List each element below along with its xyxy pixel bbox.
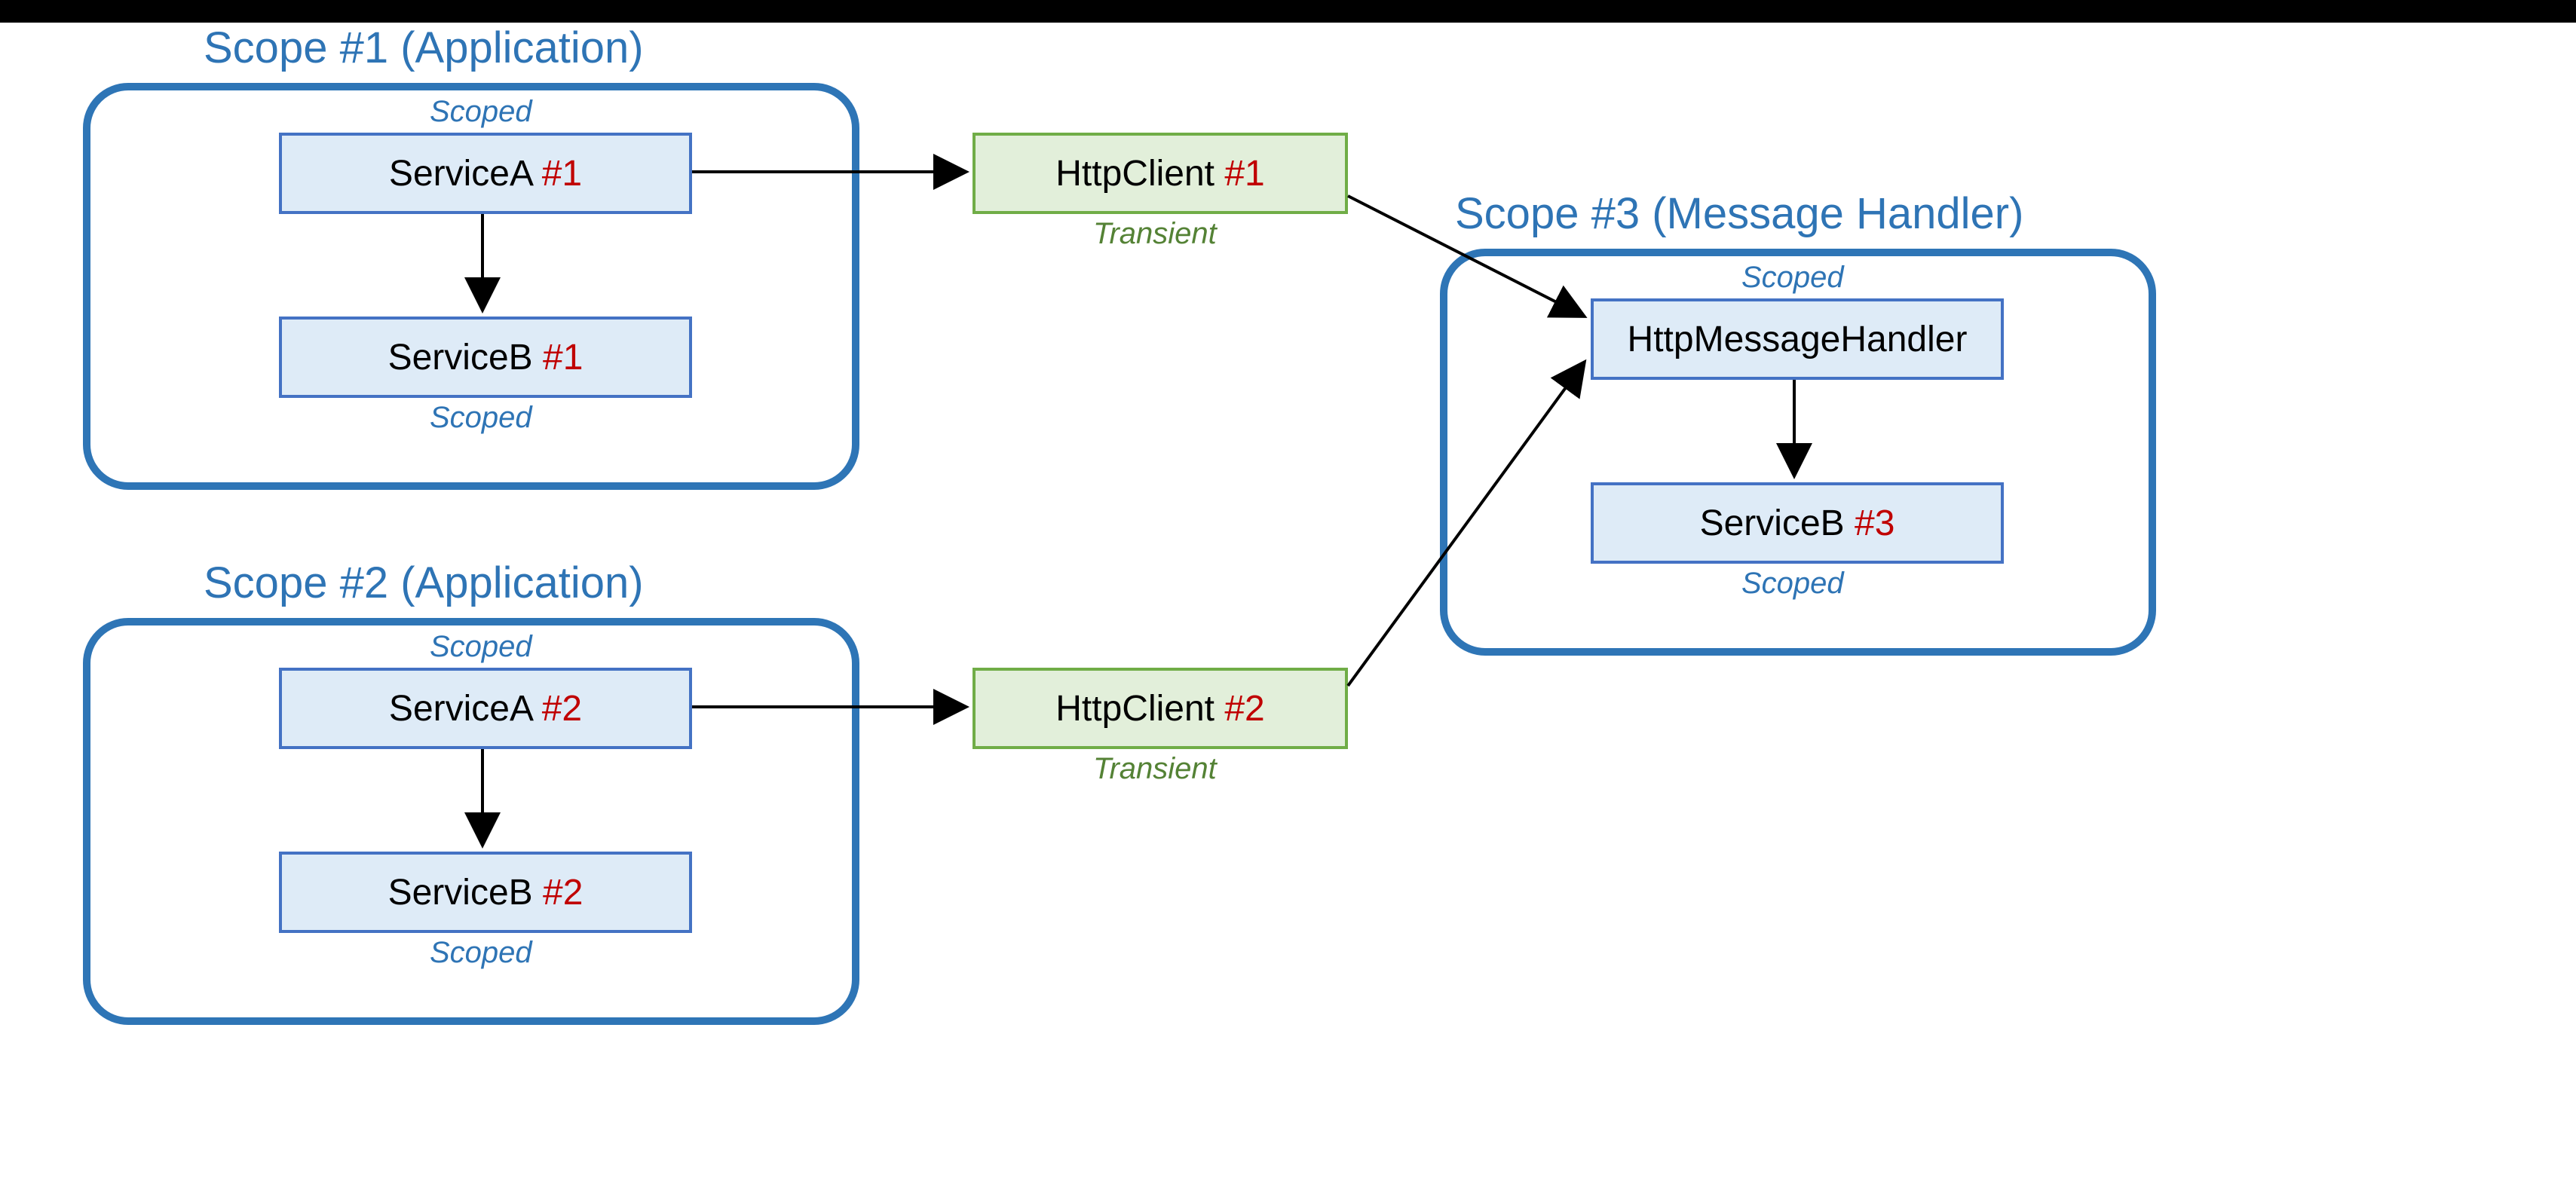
- httpclient2-lifetime: Transient: [1093, 752, 1217, 786]
- serviceB1-box: ServiceB #1: [279, 317, 692, 398]
- serviceA2-box: ServiceA #2: [279, 668, 692, 749]
- serviceA1-box: ServiceA #1: [279, 133, 692, 214]
- serviceB1-label: ServiceB #1: [388, 337, 584, 378]
- serviceB3-label: ServiceB #3: [1700, 503, 1895, 544]
- serviceB2-lifetime: Scoped: [430, 936, 532, 970]
- scope3-title: Scope #3 (Message Handler): [1455, 188, 2023, 239]
- httpclient1-box: HttpClient #1: [973, 133, 1348, 214]
- serviceB3-box: ServiceB #3: [1591, 482, 2004, 564]
- httpclient1-label: HttpClient #1: [1055, 153, 1264, 194]
- serviceB2-box: ServiceB #2: [279, 852, 692, 933]
- serviceA2-label: ServiceA #2: [389, 688, 582, 729]
- top-black-bar: [0, 0, 2576, 23]
- serviceB2-label: ServiceB #2: [388, 872, 584, 913]
- httpclient2-box: HttpClient #2: [973, 668, 1348, 749]
- handler-lifetime: Scoped: [1741, 261, 1844, 295]
- serviceB1-lifetime: Scoped: [430, 401, 532, 435]
- httpclient2-label: HttpClient #2: [1055, 688, 1264, 729]
- scope2-title: Scope #2 (Application): [204, 558, 644, 608]
- serviceB3-lifetime: Scoped: [1741, 567, 1844, 601]
- serviceA1-label: ServiceA #1: [389, 153, 582, 194]
- serviceA1-lifetime: Scoped: [430, 95, 532, 129]
- handler-box: HttpMessageHandler: [1591, 298, 2004, 380]
- scope1-title: Scope #1 (Application): [204, 23, 644, 73]
- httpclient1-lifetime: Transient: [1093, 217, 1217, 251]
- serviceA2-lifetime: Scoped: [430, 630, 532, 664]
- handler-label: HttpMessageHandler: [1628, 319, 1968, 360]
